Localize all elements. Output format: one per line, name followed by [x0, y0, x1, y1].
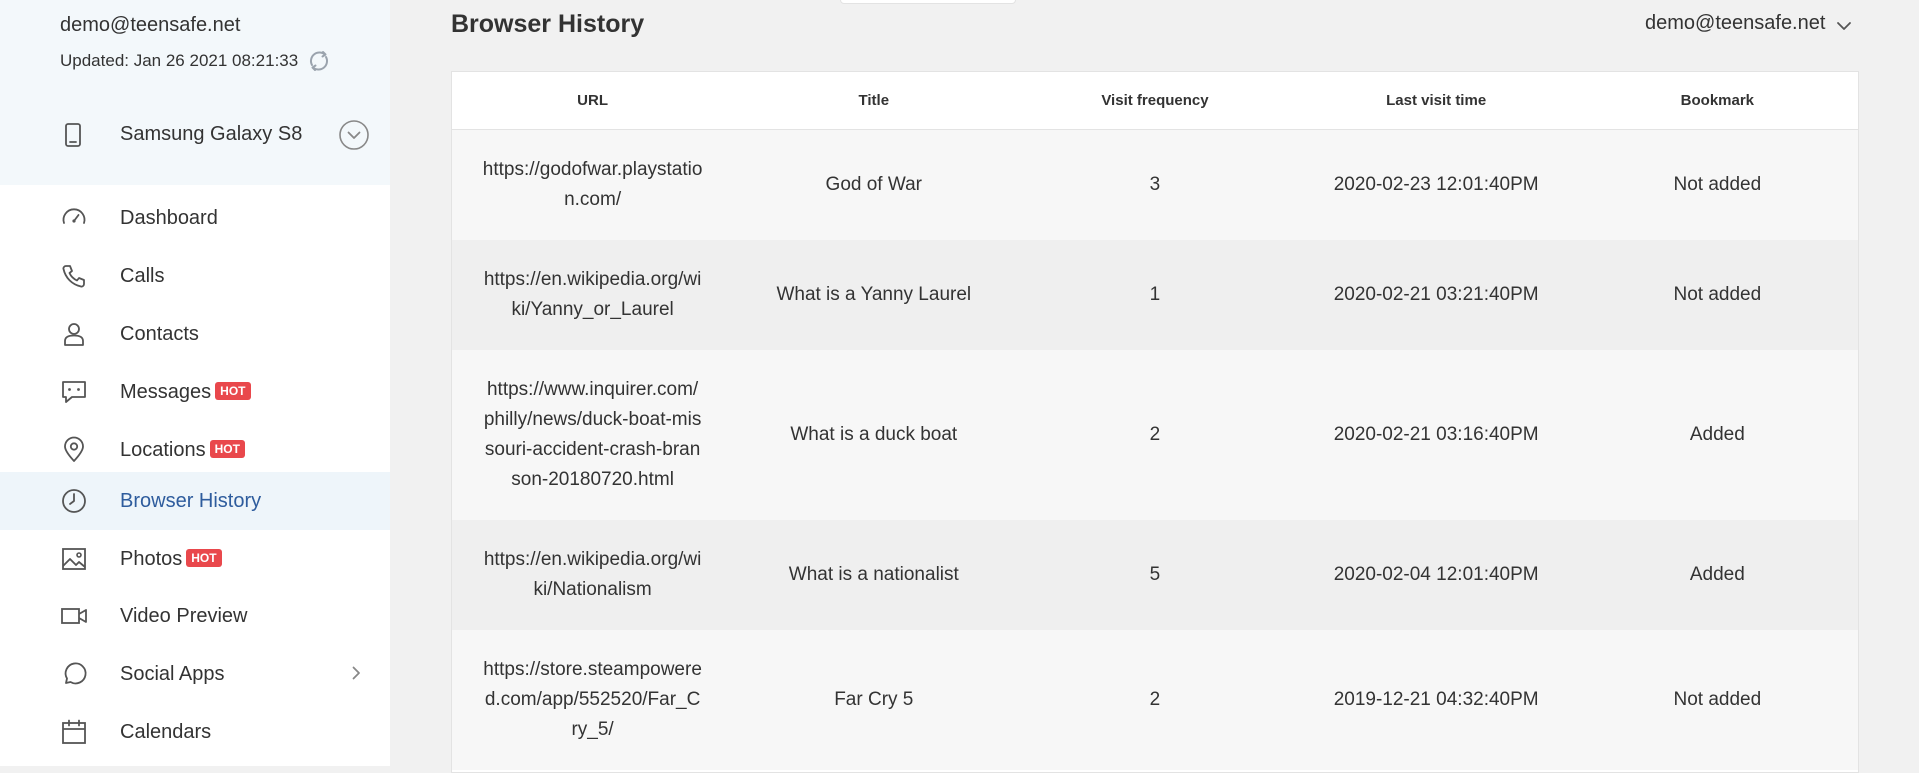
nav-item-contacts[interactable]: Contacts [0, 305, 390, 363]
nav-label: Social Apps [120, 663, 225, 685]
sync-status: Updated: Jan 26 2021 08:21:33 [60, 46, 334, 76]
chevron-down-circle-icon[interactable] [338, 119, 370, 151]
cell-bookmark: Not added [1673, 689, 1762, 710]
nav-label: Video Preview [120, 605, 248, 627]
user-icon [60, 320, 88, 348]
sidebar: demo@teensafe.net Updated: Jan 26 2021 0… [0, 0, 390, 766]
cell-bookmark: Added [1689, 564, 1745, 585]
cell-url: https://www.inquirer.com/philly/news/duc… [483, 379, 702, 490]
column-header-last-visit-time[interactable]: Last visit time [1296, 72, 1577, 129]
video-camera-icon [60, 602, 88, 630]
nav-item-photos[interactable]: Photos HOT [0, 530, 390, 588]
device-name: Samsung Galaxy S8 [120, 123, 303, 145]
cell-visit-frequency: 5 [1149, 564, 1161, 585]
nav-item-calls[interactable]: Calls [0, 247, 390, 305]
nav-item-calendars[interactable]: Calendars [0, 703, 390, 761]
user-email: demo@teensafe.net [1645, 12, 1826, 34]
top-tab-handle[interactable] [840, 0, 1016, 4]
table-row[interactable]: https://www.inquirer.com/philly/news/duc… [452, 350, 1858, 520]
nav-label: Locations HOT [120, 439, 245, 462]
phone-icon [60, 262, 88, 290]
cell-last-visit-time: 2020-02-21 03:16:40PM [1333, 424, 1539, 445]
column-header-url[interactable]: URL [452, 72, 733, 129]
nav-label: Browser History [120, 490, 262, 512]
column-header-bookmark[interactable]: Bookmark [1577, 72, 1858, 129]
cell-bookmark: Added [1689, 424, 1745, 445]
image-icon [60, 545, 88, 573]
cell-last-visit-time: 2020-02-23 12:01:40PM [1333, 174, 1539, 195]
table-row[interactable]: https://godofwar.playstation.com/ God of… [452, 130, 1858, 240]
cell-visit-frequency: 2 [1149, 689, 1161, 710]
nav-item-browser-history[interactable]: Browser History [0, 472, 390, 530]
cell-last-visit-time: 2020-02-21 03:21:40PM [1333, 284, 1539, 305]
nav-item-video-preview[interactable]: Video Preview [0, 587, 390, 645]
cell-visit-frequency: 2 [1149, 424, 1161, 445]
cell-title: What is a duck boat [790, 424, 958, 445]
browser-history-table: URL Title Visit frequency Last visit tim… [451, 71, 1859, 773]
updated-timestamp: Updated: Jan 26 2021 08:21:33 [60, 51, 299, 70]
cell-url: https://godofwar.playstation.com/ [482, 159, 703, 210]
nav-label: Dashboard [120, 207, 218, 229]
nav-label: Calls [120, 265, 165, 287]
nav-label: Contacts [120, 323, 199, 345]
chevron-right-icon[interactable] [348, 665, 364, 681]
cell-visit-frequency: 1 [1149, 284, 1161, 305]
hot-badge: HOT [186, 549, 222, 568]
cell-title: Far Cry 5 [834, 689, 914, 710]
cell-visit-frequency: 3 [1149, 174, 1161, 195]
location-pin-icon [60, 436, 88, 464]
nav-label-text: Locations [120, 439, 206, 461]
page-title: Browser History [451, 10, 645, 38]
account-panel: demo@teensafe.net Updated: Jan 26 2021 0… [0, 0, 390, 185]
user-menu[interactable]: demo@teensafe.net [1645, 12, 1853, 35]
device-selector[interactable]: Samsung Galaxy S8 [0, 110, 390, 160]
cell-bookmark: Not added [1673, 174, 1762, 195]
nav-item-social-apps[interactable]: Social Apps [0, 645, 390, 703]
cell-url: https://en.wikipedia.org/wiki/Yanny_or_L… [483, 269, 702, 320]
hot-badge: HOT [215, 382, 251, 401]
table-row[interactable]: https://en.wikipedia.org/wiki/Yanny_or_L… [452, 240, 1858, 350]
chat-bubble-icon [60, 660, 88, 688]
account-email: demo@teensafe.net [60, 14, 241, 36]
dashboard-icon [60, 204, 88, 232]
nav-label: Messages HOT [120, 381, 251, 404]
cell-title: What is a Yanny Laurel [776, 284, 972, 305]
clock-icon [60, 487, 88, 515]
cell-title: God of War [825, 174, 922, 195]
nav-item-messages[interactable]: Messages HOT [0, 363, 390, 421]
cell-url: https://store.steampowered.com/app/55252… [483, 659, 702, 740]
cell-url: https://en.wikipedia.org/wiki/Nationalis… [483, 549, 702, 600]
nav-item-dashboard[interactable]: Dashboard [0, 189, 390, 247]
cell-bookmark: Not added [1673, 284, 1762, 305]
nav-label: Calendars [120, 721, 212, 743]
nav-item-locations[interactable]: Locations HOT [0, 421, 390, 479]
phone-device-icon [60, 122, 86, 148]
column-header-title[interactable]: Title [733, 72, 1014, 129]
calendar-icon [60, 718, 88, 746]
cell-title: What is a nationalist [788, 564, 959, 585]
chevron-down-icon[interactable] [1835, 17, 1853, 35]
column-header-visit-frequency[interactable]: Visit frequency [1014, 72, 1295, 129]
hot-badge: HOT [209, 440, 245, 459]
nav-label-text: Messages [120, 381, 212, 403]
message-icon [60, 378, 88, 406]
table-header: URL Title Visit frequency Last visit tim… [452, 72, 1858, 130]
nav-label: Photos HOT [120, 548, 222, 571]
nav-label-text: Photos [120, 548, 183, 570]
cell-last-visit-time: 2019-12-21 04:32:40PM [1333, 689, 1539, 710]
refresh-icon[interactable] [304, 46, 334, 76]
table-row[interactable]: https://store.steampowered.com/app/55252… [452, 630, 1858, 770]
table-row[interactable]: https://en.wikipedia.org/wiki/Nationalis… [452, 520, 1858, 630]
cell-last-visit-time: 2020-02-04 12:01:40PM [1333, 564, 1539, 585]
